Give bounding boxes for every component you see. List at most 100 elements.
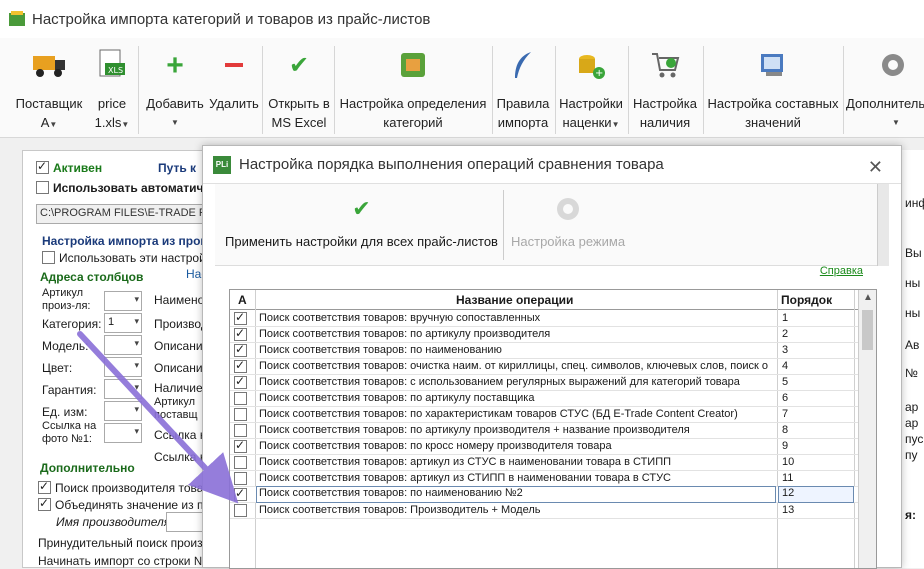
add-button[interactable]: + Добавить ▼ — [144, 48, 206, 136]
chevron-down-icon: ▼ — [49, 120, 58, 129]
import-rules-button[interactable]: Правила импорта — [494, 48, 552, 136]
markup-settings-button[interactable]: + Настройки наценки▼ — [557, 48, 625, 136]
start-import-row-label: Начинать импорт со строки №: — [38, 554, 210, 568]
operation-order[interactable]: 5 — [782, 376, 788, 388]
composite-values-button[interactable]: Настройка составных значений — [705, 48, 841, 136]
apply-all-button[interactable]: ✔ Применить настройки для всех прайс-лис… — [225, 194, 498, 249]
delete-button[interactable]: Удалить — [208, 48, 260, 136]
operation-order[interactable]: 3 — [782, 344, 788, 356]
row-checkbox[interactable] — [234, 424, 247, 437]
dialog-title: Настройка порядка выполнения операций ср… — [239, 156, 664, 173]
operation-order[interactable]: 8 — [782, 424, 788, 436]
operation-order[interactable]: 1 — [782, 312, 788, 324]
checkbox-icon — [42, 251, 55, 264]
row-checkbox[interactable] — [234, 456, 247, 469]
row-checkbox[interactable] — [234, 408, 247, 421]
table-row[interactable]: Поиск соответствия товаров: по наименова… — [230, 342, 860, 359]
checkmark-icon: ✔ — [288, 51, 310, 79]
table-row[interactable]: Поиск соответствия товаров: артикул из С… — [230, 455, 860, 471]
columns-header: Адреса столбцов — [40, 270, 144, 284]
operation-order[interactable]: 4 — [782, 360, 788, 372]
operation-order[interactable]: 11 — [782, 472, 793, 484]
row-checkbox[interactable] — [234, 472, 247, 485]
close-icon[interactable]: ✕ — [868, 157, 883, 178]
row-checkbox[interactable] — [234, 486, 247, 501]
field-article-select[interactable] — [104, 291, 142, 311]
svg-text:XLS: XLS — [108, 66, 123, 75]
availability-label1: Настройка — [633, 96, 697, 111]
merge-values-checkbox[interactable]: Объединять значение из пол — [38, 496, 217, 512]
field-model-select[interactable] — [104, 335, 142, 355]
operation-order[interactable]: 7 — [782, 408, 788, 420]
scrollbar-thumb[interactable] — [862, 310, 873, 350]
row-checkbox[interactable] — [234, 358, 247, 373]
table-row[interactable]: Поиск соответствия товаров: Производител… — [230, 503, 860, 519]
use-auto-checkbox[interactable]: Использовать автоматич — [36, 181, 203, 195]
row-checkbox[interactable] — [234, 504, 247, 517]
operation-order[interactable]: 2 — [782, 328, 788, 340]
categories-icon — [396, 48, 430, 82]
active-checkbox[interactable]: Активен — [36, 159, 102, 175]
field-color-select[interactable] — [104, 357, 142, 377]
use-settings-checkbox[interactable]: Использовать эти настройк — [42, 251, 211, 265]
checkbox-icon — [36, 181, 49, 194]
chevron-down-icon: ▼ — [611, 120, 620, 129]
operation-order[interactable]: 13 — [782, 504, 794, 516]
col-header-name[interactable]: Название операции — [456, 293, 573, 307]
supplier-label: Поставщик — [15, 96, 83, 111]
checkbox-icon — [38, 496, 51, 511]
row-checkbox[interactable] — [234, 342, 247, 357]
category-settings-button[interactable]: Настройка определения категорий — [338, 48, 488, 136]
open-excel-button[interactable]: ✔ Открыть в MS Excel — [266, 48, 332, 136]
manufacturer-name-input[interactable] — [166, 512, 206, 532]
field-photo-select[interactable] — [104, 423, 142, 443]
col-header-active[interactable]: А — [238, 293, 247, 307]
help-link[interactable]: Справка — [820, 265, 863, 277]
table-row[interactable]: Поиск соответствия товаров: по наименова… — [230, 486, 860, 503]
toolbar-scrollbar[interactable] — [877, 184, 889, 266]
availability-settings-button[interactable]: Настройка наличия — [630, 48, 700, 136]
window-title: Настройка импорта категорий и товаров из… — [32, 10, 431, 28]
search-manufacturer-checkbox[interactable]: Поиск производителя товар — [38, 479, 210, 495]
operation-order[interactable]: 10 — [782, 456, 794, 468]
col-header-order[interactable]: Порядок — [781, 293, 832, 307]
field-right-2: Описание — [154, 339, 210, 353]
field-warranty-select[interactable] — [104, 379, 142, 399]
row-checkbox[interactable] — [234, 392, 247, 405]
additional-button[interactable]: Дополнитель ▼ — [846, 48, 924, 136]
table-row[interactable]: Поиск соответствия товаров: по кросс ном… — [230, 438, 860, 455]
price-file-button[interactable]: XLS price 1.xls▼ — [90, 48, 134, 136]
table-scrollbar[interactable]: ▲ — [858, 290, 876, 568]
path-field[interactable]: C:\PROGRAM FILES\E-TRADE PRI — [36, 204, 211, 224]
open-excel-label1: Открыть в — [268, 96, 330, 111]
operation-name: Поиск соответствия товаров: с использова… — [259, 376, 740, 388]
table-row[interactable]: Поиск соответствия товаров: по характери… — [230, 407, 860, 423]
markup-label2: наценки — [562, 115, 612, 130]
pli-logo-icon: PLi — [213, 155, 231, 174]
table-row[interactable]: Поиск соответствия товаров: артикул из С… — [230, 471, 860, 487]
field-unit-select[interactable] — [104, 401, 142, 421]
table-row[interactable]: Поиск соответствия товаров: по артикулу … — [230, 391, 860, 407]
xls-file-icon: XLS — [95, 48, 129, 82]
row-checkbox[interactable] — [234, 310, 247, 325]
operation-name: Поиск соответствия товаров: Производител… — [259, 504, 541, 516]
ribbon-toolbar: Поставщик А▼ XLS price 1.xls▼ + Добавить… — [0, 38, 924, 138]
row-checkbox[interactable] — [234, 438, 247, 453]
table-row[interactable]: Поиск соответствия товаров: по артикулу … — [230, 423, 860, 439]
supplier-button[interactable]: Поставщик А▼ — [12, 48, 86, 136]
operation-name: Поиск соответствия товаров: по артикулу … — [259, 424, 690, 436]
mode-settings-button[interactable]: Настройка режима — [511, 194, 625, 249]
operation-order[interactable]: 12 — [778, 486, 854, 503]
chevron-up-icon[interactable]: ▲ — [863, 292, 873, 303]
operation-order[interactable]: 9 — [782, 440, 788, 452]
operation-name: Поиск соответствия товаров: по наименова… — [256, 486, 776, 503]
field-right-1: Производ — [154, 317, 208, 331]
table-row[interactable]: Поиск соответствия товаров: очистка наим… — [230, 358, 860, 375]
row-checkbox[interactable] — [234, 326, 247, 341]
field-category-select[interactable]: 1 — [104, 313, 142, 333]
table-row[interactable]: Поиск соответствия товаров: вручную сопо… — [230, 310, 860, 327]
row-checkbox[interactable] — [234, 374, 247, 389]
table-row[interactable]: Поиск соответствия товаров: с использова… — [230, 374, 860, 391]
table-row[interactable]: Поиск соответствия товаров: по артикулу … — [230, 326, 860, 343]
operation-order[interactable]: 6 — [782, 392, 788, 404]
